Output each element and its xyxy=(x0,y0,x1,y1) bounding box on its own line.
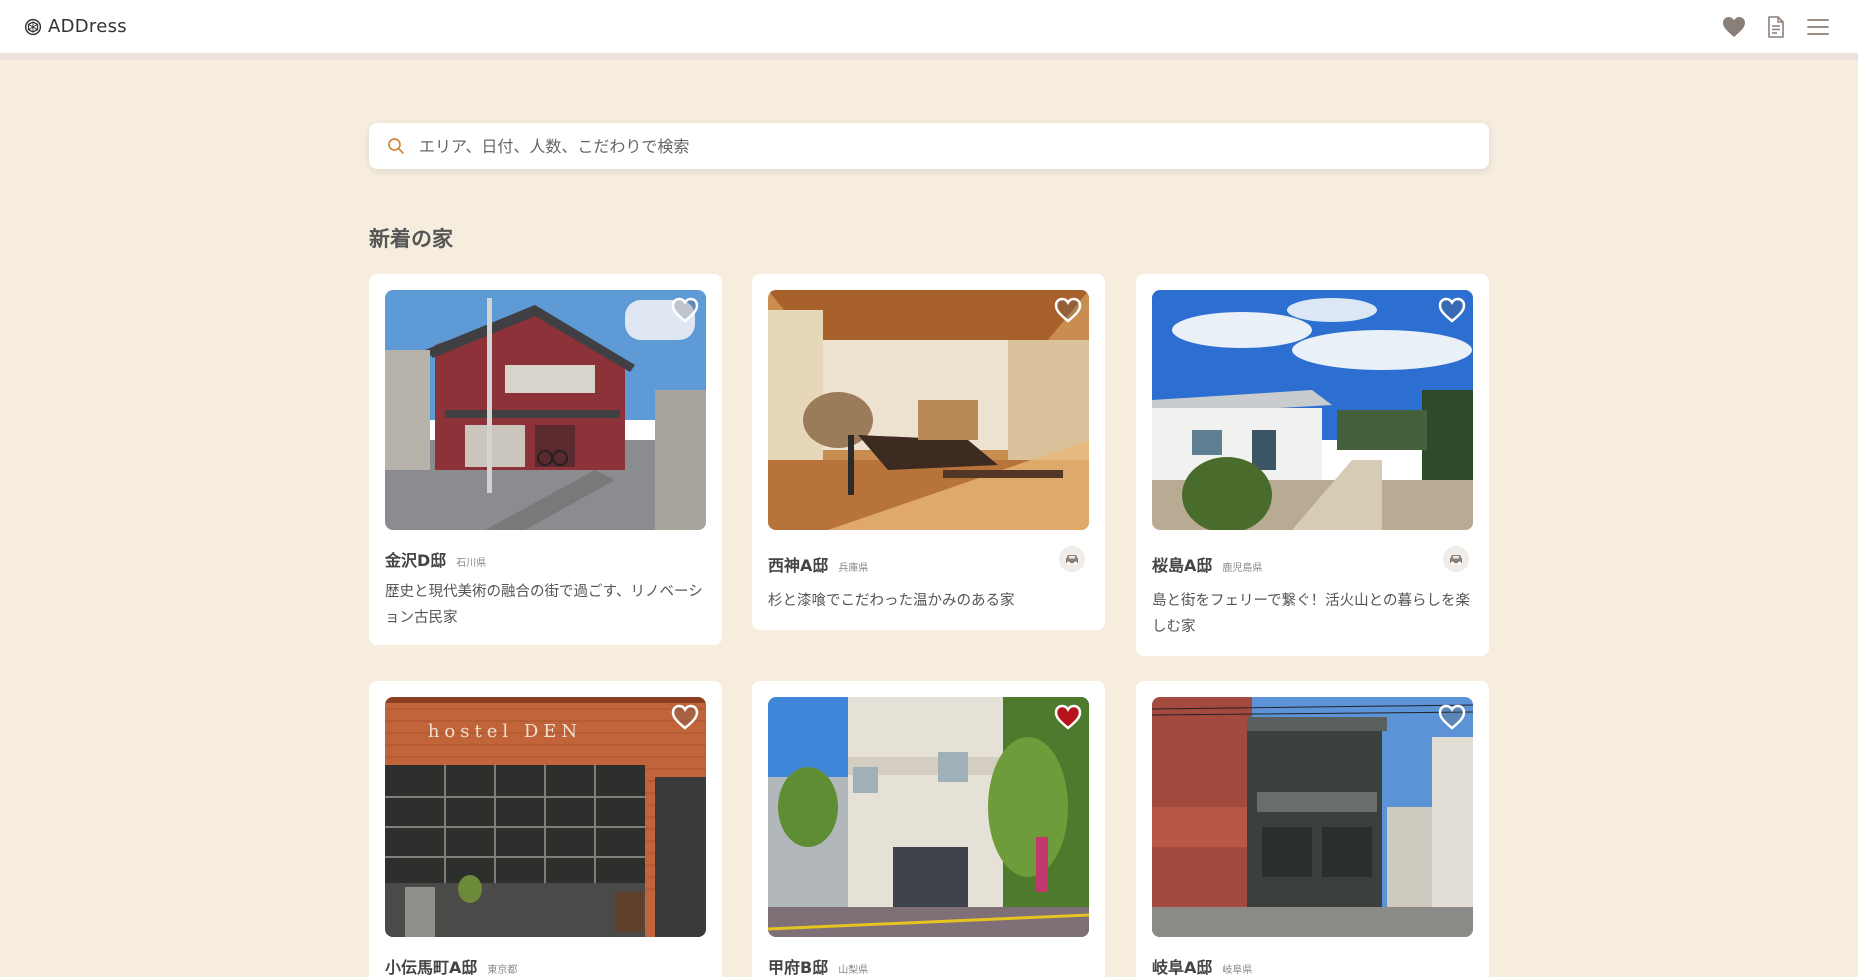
top-header: ADDress xyxy=(0,0,1858,60)
search-icon xyxy=(388,138,404,154)
menu-icon xyxy=(1807,18,1829,35)
house-prefecture: 鹿児島県 xyxy=(1222,563,1263,574)
house-prefecture: 石川県 xyxy=(456,558,487,569)
heart-outline-icon xyxy=(1054,297,1082,323)
house-photo xyxy=(768,290,1089,530)
favorite-button[interactable] xyxy=(1053,702,1083,732)
house-photo-image xyxy=(1152,290,1473,530)
document-icon xyxy=(1768,15,1784,38)
house-photo xyxy=(768,697,1089,937)
house-card[interactable]: 桜島A邸 鹿児島県 島と街をフェリーで繋ぐ！活火山との暮らしを楽しむ家 xyxy=(1136,274,1489,656)
address-logo[interactable]: ADDress xyxy=(24,16,127,37)
house-photo-image xyxy=(1152,697,1473,937)
section-title: 新着の家 xyxy=(369,227,453,251)
house-photo-image xyxy=(768,697,1089,937)
house-description: 島と街をフェリーで繋ぐ！活火山との暮らしを楽しむ家 xyxy=(1152,593,1470,635)
house-description: 杉と漆喰でこだわった温かみのある家 xyxy=(768,593,1015,609)
photo-sign-text: hostel DEN xyxy=(427,721,583,742)
house-card[interactable]: 甲府B邸 山梨県 xyxy=(752,681,1105,977)
favorite-button[interactable] xyxy=(1437,702,1467,732)
house-name: 桜島A邸 xyxy=(1152,556,1213,575)
menu-button[interactable] xyxy=(1806,15,1830,39)
house-photo xyxy=(1152,290,1473,530)
house-prefecture: 岐阜県 xyxy=(1222,965,1253,976)
house-name: 岐阜A邸 xyxy=(1152,958,1213,977)
heart-filled-icon xyxy=(1054,704,1082,730)
house-photo xyxy=(1152,697,1473,937)
heart-outline-icon xyxy=(671,704,699,730)
house-name: 小伝馬町A邸 xyxy=(385,958,478,977)
house-card[interactable]: 西神A邸 兵庫県 杉と漆喰でこだわった温かみのある家 xyxy=(752,274,1105,630)
house-description: 歴史と現代美術の融合の街で過ごす、リノベーション古民家 xyxy=(385,584,703,626)
house-card[interactable]: 岐阜A邸 岐阜県 xyxy=(1136,681,1489,977)
favorites-button[interactable] xyxy=(1722,15,1746,39)
house-prefecture: 東京都 xyxy=(487,965,518,976)
house-prefecture: 兵庫県 xyxy=(838,563,869,574)
house-photo-image xyxy=(768,290,1089,530)
logo-icon xyxy=(24,18,42,35)
heart-outline-icon xyxy=(671,297,699,323)
heart-icon xyxy=(1723,16,1745,37)
reservations-button[interactable] xyxy=(1764,15,1788,39)
house-photo: hostel DEN xyxy=(385,697,706,937)
car-icon xyxy=(1059,546,1085,572)
house-photo xyxy=(385,290,706,530)
heart-outline-icon xyxy=(1438,704,1466,730)
logo-text: ADDress xyxy=(48,16,127,37)
favorite-button[interactable] xyxy=(670,702,700,732)
search-input[interactable] xyxy=(419,136,1471,156)
house-name: 西神A邸 xyxy=(768,556,829,575)
house-photo-image xyxy=(385,290,706,530)
favorite-button[interactable] xyxy=(670,295,700,325)
house-card[interactable]: 金沢D邸 石川県 歴史と現代美術の融合の街で過ごす、リノベーション古民家 xyxy=(369,274,722,645)
heart-outline-icon xyxy=(1438,297,1466,323)
house-prefecture: 山梨県 xyxy=(838,965,869,976)
house-card[interactable]: hostel DEN 小伝馬町A邸 東京都 xyxy=(369,681,722,977)
house-name: 甲府B邸 xyxy=(768,958,829,977)
favorite-button[interactable] xyxy=(1437,295,1467,325)
favorite-button[interactable] xyxy=(1053,295,1083,325)
search-bar[interactable] xyxy=(369,123,1489,169)
car-icon xyxy=(1443,546,1469,572)
house-name: 金沢D邸 xyxy=(385,551,447,570)
